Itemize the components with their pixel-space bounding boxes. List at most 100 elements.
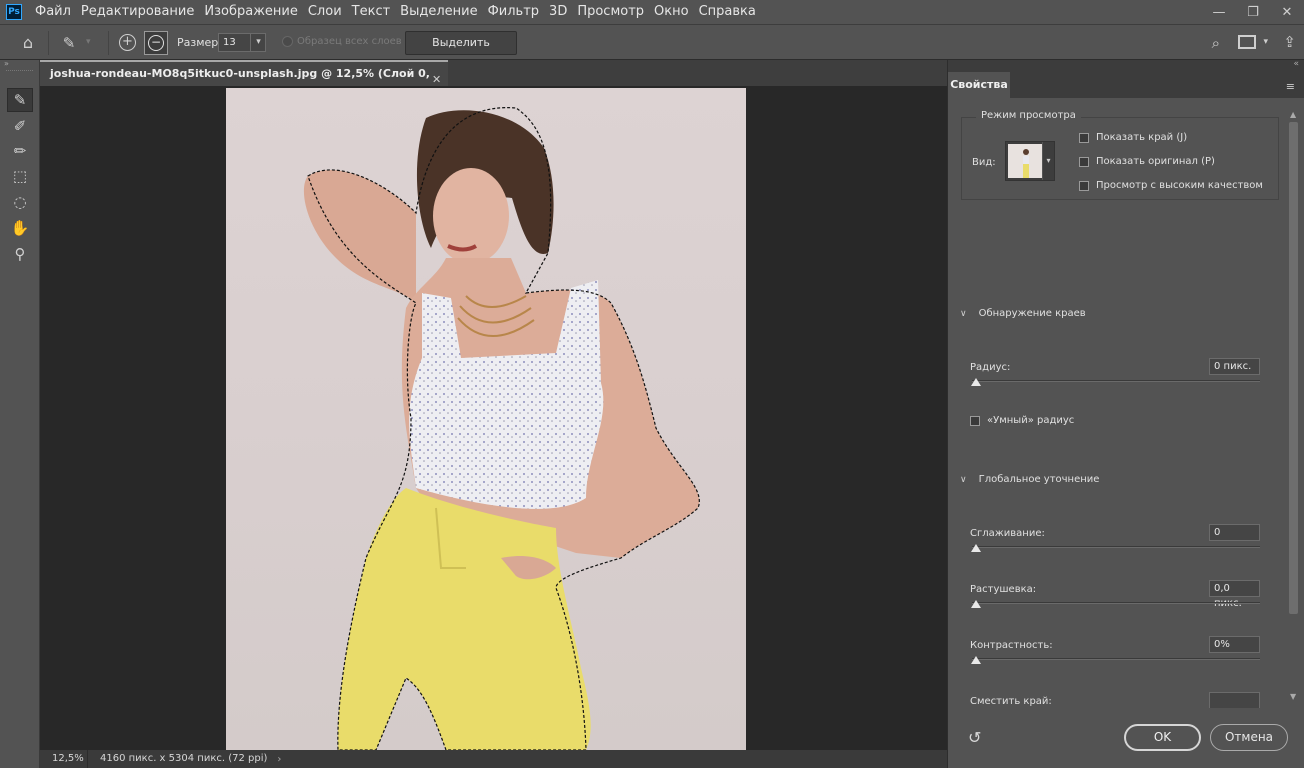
radius-slider[interactable] — [972, 380, 1260, 382]
menu-bar: Ps Файл Редактирование Изображение Слои … — [0, 0, 1304, 24]
global-refinement-section[interactable]: ∨ Глобальное уточнение — [960, 474, 1099, 485]
menu-layers[interactable]: Слои — [303, 0, 347, 24]
reset-icon[interactable]: ↺ — [968, 728, 981, 747]
search-icon[interactable]: ⌕ — [1212, 34, 1220, 52]
ok-button[interactable]: OK — [1124, 724, 1201, 751]
smooth-label: Сглаживание: — [970, 528, 1045, 539]
checkbox-icon — [970, 415, 980, 426]
subtract-from-selection-icon[interactable]: − — [148, 35, 164, 51]
panel-header-strip: « — [948, 59, 1304, 72]
chevron-down-icon[interactable]: ▾ — [250, 34, 266, 51]
show-original-checkbox[interactable]: Показать оригинал (P) — [1079, 156, 1215, 167]
feather-label: Растушевка: — [970, 584, 1037, 595]
menu-select[interactable]: Выделение — [395, 0, 482, 24]
lasso-tool-icon[interactable]: ◌ — [7, 190, 33, 214]
sample-all-layers-checkbox[interactable]: Образец всех слоев — [282, 36, 402, 47]
view-thumbnail — [1008, 144, 1042, 178]
figure-thumbnail-icon — [1023, 149, 1029, 178]
properties-panel: « Свойства ≡ ▲ ▼ Режим просмотра Вид: ▾ … — [947, 59, 1304, 768]
radius-input[interactable]: 0 пикс. — [1209, 358, 1260, 375]
contrast-input[interactable]: 0% — [1209, 636, 1260, 653]
global-refinement-title: Глобальное уточнение — [978, 474, 1100, 485]
photo-illustration — [303, 107, 700, 750]
menu-image[interactable]: Изображение — [199, 0, 302, 24]
high-quality-label: Просмотр с высоким качеством — [1096, 180, 1263, 191]
panel-footer: ↺ OK Отмена — [948, 710, 1288, 768]
scroll-down-icon[interactable]: ▼ — [1290, 692, 1296, 701]
scrollbar-thumb[interactable] — [1289, 122, 1298, 614]
toolbar-grip[interactable] — [6, 70, 33, 73]
menu-window[interactable]: Окно — [649, 0, 694, 24]
smart-radius-label: «Умный» радиус — [987, 415, 1075, 426]
close-icon[interactable]: ✕ — [1270, 0, 1304, 24]
brush-tool-icon[interactable]: ✏ — [7, 139, 33, 163]
show-edge-label: Показать край (J) — [1096, 132, 1188, 143]
menu-file[interactable]: Файл — [30, 0, 76, 24]
high-quality-checkbox[interactable]: Просмотр с высоким качеством — [1079, 180, 1263, 191]
shift-edge-input[interactable] — [1209, 692, 1260, 708]
smooth-slider-thumb[interactable] — [971, 544, 981, 552]
collapse-arrows-icon[interactable]: « — [1293, 59, 1299, 69]
view-label: Вид: — [972, 157, 996, 168]
chevron-down-icon[interactable]: ▾ — [1263, 37, 1268, 47]
smart-radius-checkbox[interactable]: «Умный» радиус — [970, 415, 1074, 426]
panel-scrollbar[interactable]: ▲ ▼ — [1288, 110, 1299, 710]
menu-edit[interactable]: Редактирование — [76, 0, 199, 24]
sample-all-layers-label: Образец всех слоев — [297, 36, 402, 47]
shift-edge-label: Сместить край: — [970, 696, 1052, 707]
feather-slider-thumb[interactable] — [971, 600, 981, 608]
contrast-slider-thumb[interactable] — [971, 656, 981, 664]
chevron-right-icon[interactable]: › — [277, 754, 281, 765]
select-subject-button[interactable]: Выделить предмет — [405, 31, 517, 71]
menu-3d[interactable]: 3D — [544, 0, 572, 24]
object-selection-tool-icon[interactable]: ⬚ — [7, 164, 33, 188]
workspace-icon[interactable] — [1238, 35, 1256, 49]
view-mode-selector[interactable]: ▾ — [1005, 141, 1055, 181]
menu-view[interactable]: Просмотр — [572, 0, 649, 24]
cancel-button[interactable]: Отмена — [1210, 724, 1288, 751]
feather-slider[interactable] — [972, 602, 1260, 604]
share-icon[interactable]: ⇪ — [1283, 33, 1296, 51]
chevron-down-icon: ∨ — [960, 474, 967, 485]
tab-properties[interactable]: Свойства — [948, 72, 1010, 98]
quick-selection-tool-icon[interactable]: ✎ — [7, 88, 33, 112]
scroll-up-icon[interactable]: ▲ — [1290, 110, 1296, 119]
home-icon[interactable]: ⌂ — [18, 33, 38, 53]
menu-help[interactable]: Справка — [694, 0, 761, 24]
photo-image[interactable] — [226, 88, 746, 750]
chevron-down-icon[interactable]: ▾ — [86, 37, 91, 47]
view-mode-title: Режим просмотра — [976, 110, 1081, 121]
panel-menu-icon[interactable]: ≡ — [1286, 80, 1295, 93]
size-label: Размер: — [177, 36, 222, 49]
document-tab-bar: joshua-rondeau-MO8q5itkuc0-unsplash.jpg … — [40, 60, 947, 103]
smooth-slider[interactable] — [972, 546, 1260, 548]
show-edge-checkbox[interactable]: Показать край (J) — [1079, 132, 1187, 143]
refine-edge-brush-icon[interactable]: ✐ — [7, 114, 33, 138]
add-to-selection-icon[interactable]: + — [119, 34, 136, 51]
canvas[interactable] — [40, 86, 947, 750]
show-original-label: Показать оригинал (P) — [1096, 156, 1215, 167]
menu-type[interactable]: Текст — [347, 0, 396, 24]
feather-input[interactable]: 0,0 пикс. — [1209, 580, 1260, 609]
contrast-slider[interactable] — [972, 658, 1260, 660]
checkbox-icon — [1079, 180, 1089, 191]
quick-selection-brush-icon[interactable]: ✎ — [58, 32, 80, 54]
contrast-label: Контрастность: — [970, 640, 1053, 651]
hand-tool-icon[interactable]: ✋ — [7, 216, 33, 240]
document-tab[interactable]: joshua-rondeau-MO8q5itkuc0-unsplash.jpg … — [40, 60, 448, 103]
edge-detection-section[interactable]: ∨ Обнаружение краев — [960, 308, 1086, 319]
restore-icon[interactable]: ❐ — [1236, 0, 1270, 24]
chevron-down-icon[interactable]: ▾ — [1042, 142, 1054, 180]
chevron-down-icon: ∨ — [960, 308, 967, 319]
radius-slider-thumb[interactable] — [971, 378, 981, 386]
tools-panel: » ✎ ✐ ✏ ⬚ ◌ ✋ ⚲ — [0, 60, 40, 768]
status-bar: 12,5% 4160 пикс. x 5304 пикс. (72 ppi) › — [40, 750, 947, 768]
zoom-tool-icon[interactable]: ⚲ — [7, 242, 33, 266]
checkbox-icon — [282, 36, 293, 47]
collapse-arrows-icon[interactable]: » — [0, 60, 39, 70]
divider — [108, 31, 109, 55]
minimize-icon[interactable]: — — [1202, 0, 1236, 24]
menu-filter[interactable]: Фильтр — [483, 0, 544, 24]
zoom-level[interactable]: 12,5% — [40, 750, 88, 768]
smooth-input[interactable]: 0 — [1209, 524, 1260, 541]
